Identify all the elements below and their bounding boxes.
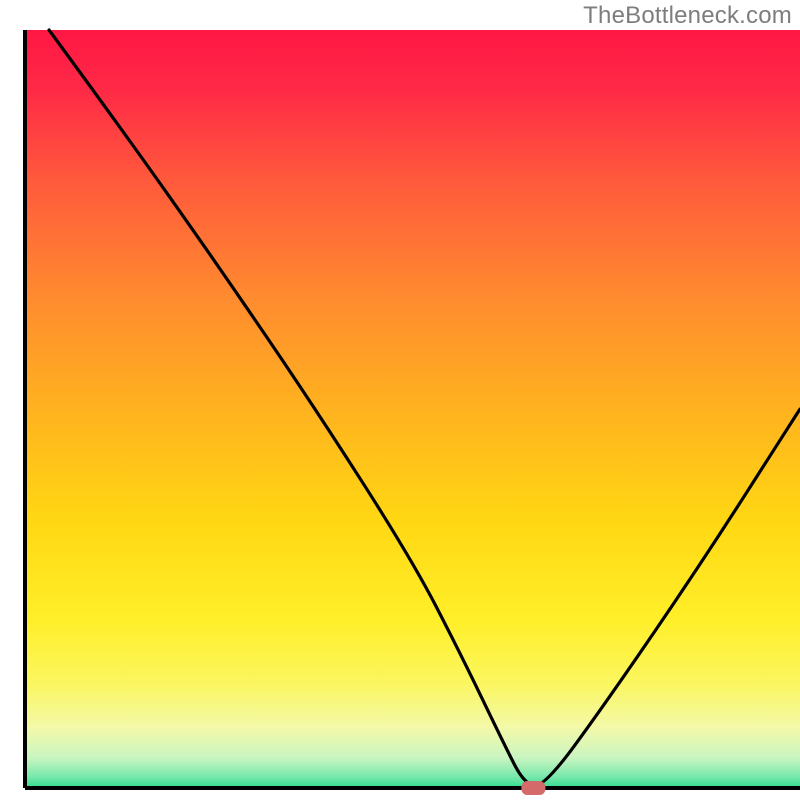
optimal-marker <box>521 781 545 795</box>
chart-container: TheBottleneck.com <box>0 0 800 800</box>
plot-background <box>25 30 800 788</box>
bottleneck-chart <box>0 0 800 800</box>
